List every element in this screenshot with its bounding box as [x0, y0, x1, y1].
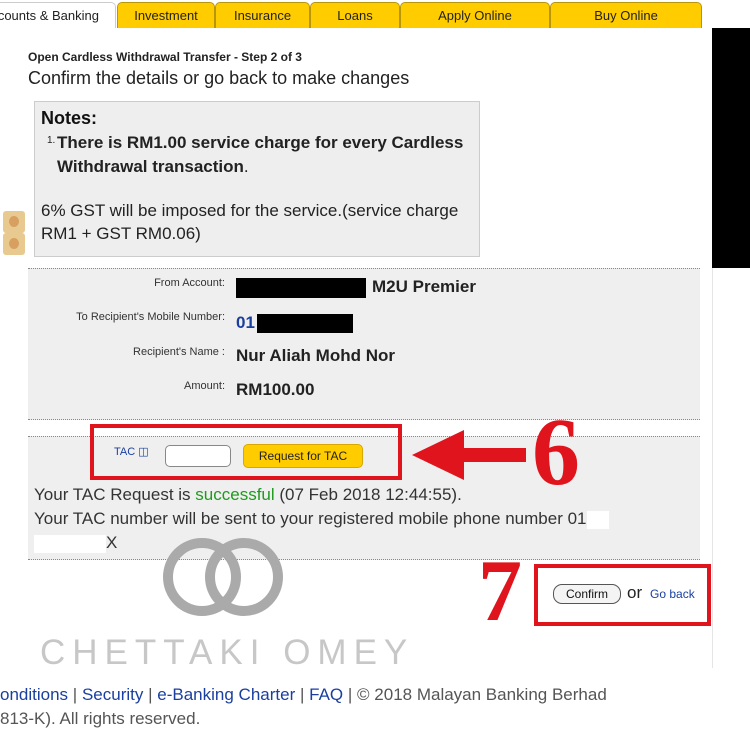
footer-copyright: © 2018 Malayan Banking Berhad — [357, 685, 607, 704]
annotation-step-7: 7 — [478, 543, 522, 640]
footer-separator: | — [72, 685, 78, 704]
tac-msg-line2: Your TAC number will be sent to your reg… — [34, 509, 587, 528]
note-gst: 6% GST will be imposed for the service.(… — [41, 201, 459, 243]
footer: onditions | Security | e-Banking Charter… — [0, 683, 712, 731]
tab-accounts-banking[interactable]: counts & Banking — [0, 2, 116, 28]
tab-apply-online[interactable]: Apply Online — [400, 2, 550, 28]
recipient-name-value: Nur Aliah Mohd Nor — [236, 346, 395, 365]
watermark-text: CHETTAKI OMEY — [40, 633, 415, 672]
tac-msg-time: (07 Feb 2018 12:44:55). — [274, 485, 462, 504]
tab-loans[interactable]: Loans — [310, 2, 400, 28]
panel-edge — [712, 268, 713, 668]
tac-status-message: Your TAC Request is successful (07 Feb 2… — [34, 483, 694, 555]
redacted-mobile-number — [256, 314, 353, 334]
footer-link-conditions[interactable]: onditions — [0, 685, 68, 704]
from-account-value: M2U Premier — [236, 277, 476, 298]
from-account-type: M2U Premier — [372, 277, 476, 296]
tac-msg-prefix: Your TAC Request is — [34, 485, 196, 504]
tab-label: Apply Online — [438, 8, 512, 23]
tab-investment[interactable]: Investment — [117, 2, 215, 28]
footer-separator: | — [347, 685, 353, 704]
annotation-arrow-shaft — [462, 448, 526, 462]
notes-box: Notes: 1. There is RM1.00 service charge … — [34, 101, 480, 257]
tac-msg-line3-suffix: X — [106, 533, 118, 552]
note-service-charge-tail: . — [243, 157, 249, 176]
note-service-charge: 1. There is RM1.00 service charge for eve… — [41, 131, 473, 179]
or-separator: or — [627, 583, 643, 602]
notes-title: Notes: — [41, 108, 98, 128]
annotation-arrow-head — [412, 430, 464, 480]
footer-separator: | — [148, 685, 153, 704]
footer-separator: | — [299, 685, 305, 704]
recipient-mobile-label: To Recipient's Mobile Number: — [76, 311, 225, 323]
annotation-highlight-tac — [90, 424, 402, 480]
amount-value: RM100.00 — [236, 380, 315, 399]
amount-label: Amount: — [184, 380, 225, 392]
side-thumbnail-image — [3, 211, 25, 233]
redacted-account-number — [236, 277, 366, 298]
tab-buy-online[interactable]: Buy Online — [550, 2, 702, 28]
footer-link-security[interactable]: Security — [82, 685, 143, 704]
recipient-mobile-value: 01 — [236, 313, 353, 334]
footer-links: onditions | Security | e-Banking Charter… — [0, 683, 712, 707]
recipient-name-label: Recipient's Name : — [133, 346, 225, 358]
black-edge-bar — [712, 28, 750, 268]
note-service-charge-text: There is RM1.00 service charge for every… — [57, 133, 464, 176]
step-title: Open Cardless Withdrawal Transfer - Step… — [28, 50, 302, 64]
tab-label: Buy Online — [594, 8, 658, 23]
footer-link-faq[interactable]: FAQ — [309, 685, 343, 704]
redacted-phone-part — [586, 510, 609, 529]
tab-label: Investment — [134, 8, 198, 23]
tab-label: Insurance — [233, 8, 292, 23]
tab-label: counts & Banking — [0, 8, 99, 23]
tac-msg-status: successful — [195, 485, 275, 504]
from-account-label: From Account: — [154, 277, 225, 289]
tab-label: Loans — [337, 8, 373, 23]
annotation-step-6: 6 — [532, 398, 580, 505]
side-thumbnail-image — [3, 233, 25, 255]
go-back-link[interactable]: Go back — [650, 587, 695, 601]
recipient-mobile-prefix: 01 — [236, 313, 255, 332]
note-number: 1. — [47, 135, 56, 146]
main-tab-bar: counts & Banking Investment Insurance Lo… — [0, 0, 712, 28]
footer-rights: 813-K). All rights reserved. — [0, 709, 201, 728]
redacted-phone-part — [34, 534, 106, 553]
transfer-details: From Account: M2U Premier To Recipient's… — [28, 268, 700, 420]
page-subtitle: Confirm the details or go back to make c… — [28, 68, 410, 88]
confirm-button[interactable]: Confirm — [553, 584, 621, 604]
footer-link-charter[interactable]: e-Banking Charter — [157, 685, 295, 704]
tab-insurance[interactable]: Insurance — [215, 2, 310, 28]
watermark-logo — [163, 538, 283, 616]
